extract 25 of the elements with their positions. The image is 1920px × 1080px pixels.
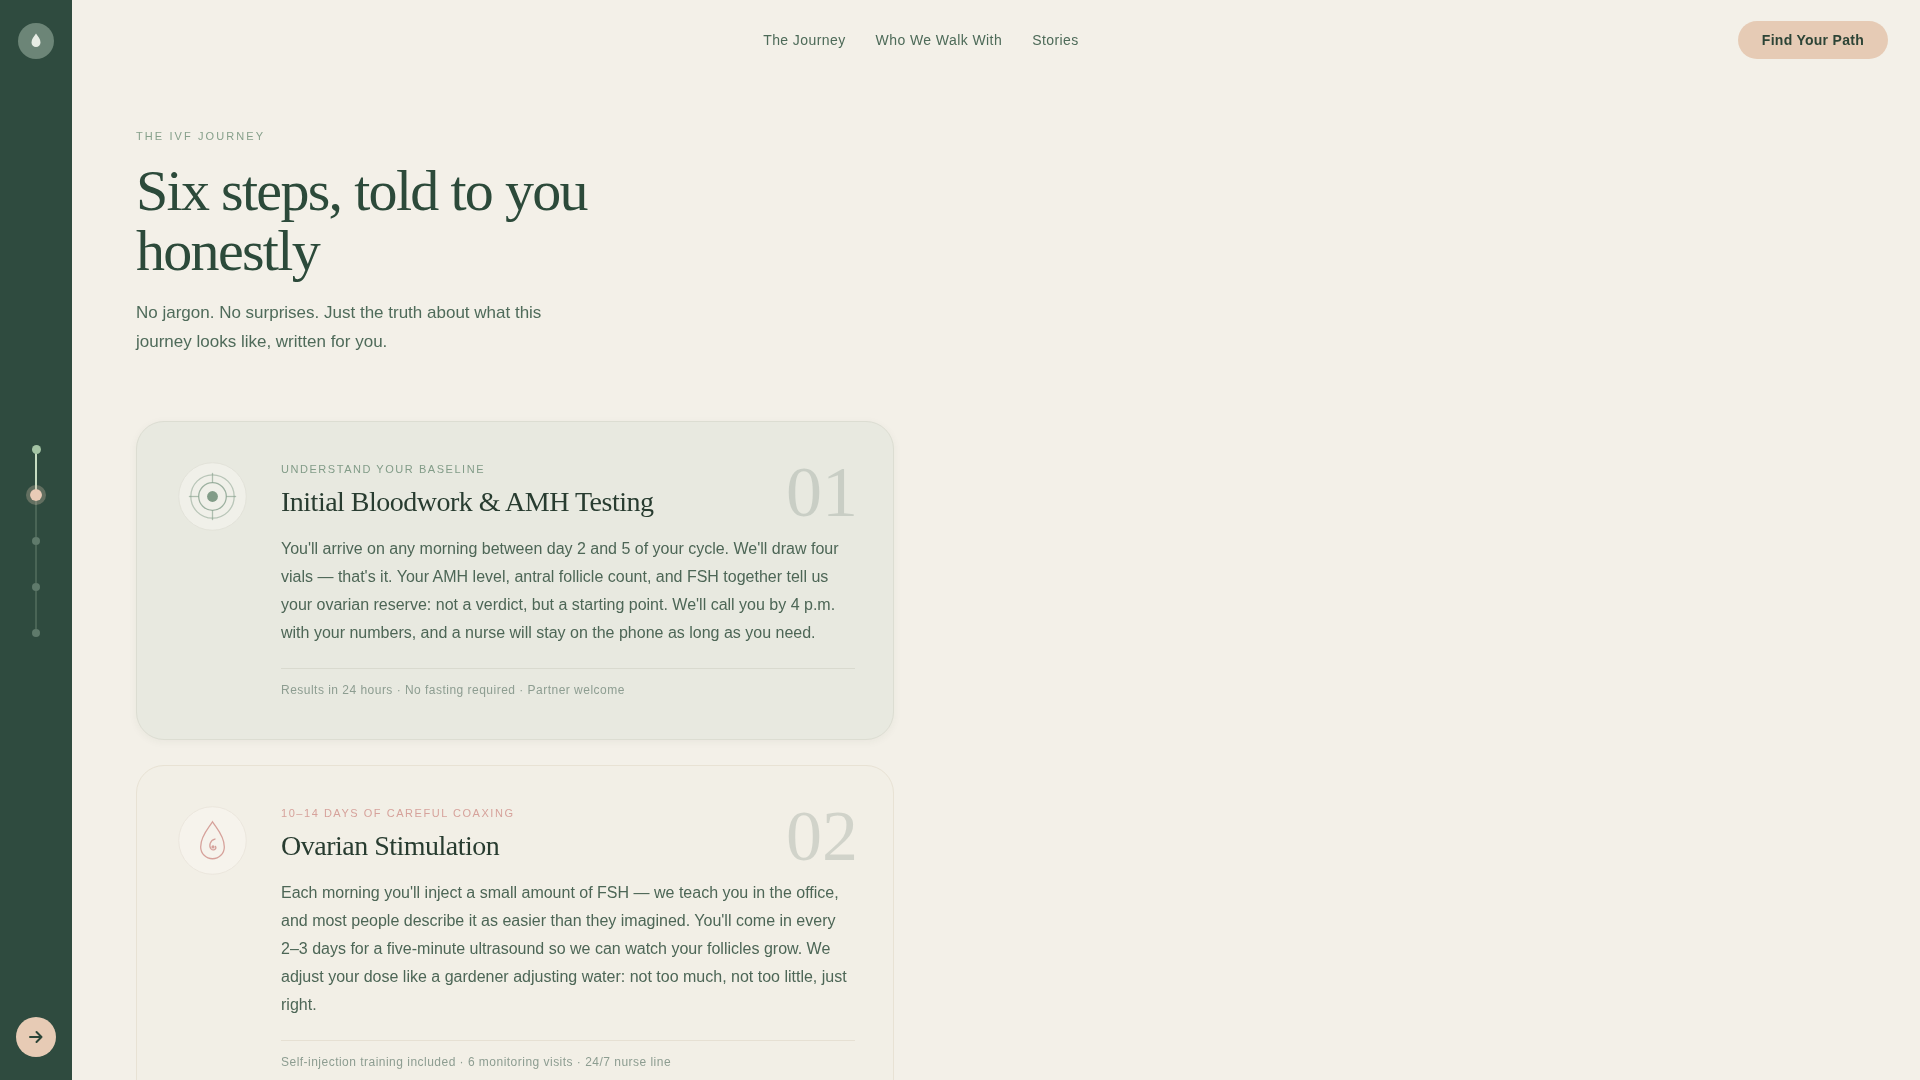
step-description: You'll arrive on any morning between day 2 and 5 of your cycle. We'll draw four vials — that's it. Your AMH level, antral follicle count, and FSH together tell us your ovarian reserve: not a verdict, but a starting point. We'll call you by 4 p.m. with your numbers, and a nurse will stay on the phone as long as you need.	[281, 539, 840, 643]
step-eyebrow: UNDERSTAND YOUR BASELINE	[281, 462, 486, 476]
nav-link[interactable]: Who We Walk With	[875, 32, 1003, 48]
progress-dot[interactable]	[32, 537, 40, 545]
nav-link[interactable]: The Journey	[763, 32, 846, 48]
step-description: Each morning you'll inject a small amount of FSH — we teach you in the office, and most people describe it as easier than they imagined. You'll come in every 2–3 days for a five-minute ultrasound so we can watch your follicles grow. We adjust your dose like a gardener adjusting water: not too much, not too little, just right.	[281, 883, 848, 1015]
progress-dot[interactable]	[31, 444, 41, 454]
page-heading: Six steps, told to you honestly	[136, 161, 589, 281]
target-icon	[178, 462, 247, 531]
drop-logo-icon[interactable]	[18, 23, 54, 59]
find-path-button[interactable]: Find Your Path	[1737, 21, 1888, 59]
next-button[interactable]	[16, 1017, 56, 1057]
step-details: Self-injection training included · 6 monitoring visits · 24/7 nurse line	[281, 1054, 673, 1070]
section-eyebrow: THE IVF JOURNEY	[136, 129, 266, 143]
intro-text: No jargon. No surprises. Just the truth about what this journey looks like, written for you.	[136, 302, 543, 353]
progress-dot[interactable]	[26, 485, 46, 505]
step-details: Results in 24 hours · No fasting required · Partner welcome	[281, 682, 626, 698]
nav-link[interactable]: Stories	[1032, 32, 1079, 48]
drop-icon	[178, 806, 247, 875]
step-title: Initial Bloodwork & AMH Testing	[281, 485, 654, 519]
progress-dot[interactable]	[32, 583, 40, 591]
arrow-right-icon	[28, 1029, 44, 1045]
progress-dot[interactable]	[32, 629, 40, 637]
step-title: Ovarian Stimulation	[281, 829, 500, 863]
step-eyebrow: 10–14 DAYS OF CAREFUL COAXING	[281, 806, 515, 820]
